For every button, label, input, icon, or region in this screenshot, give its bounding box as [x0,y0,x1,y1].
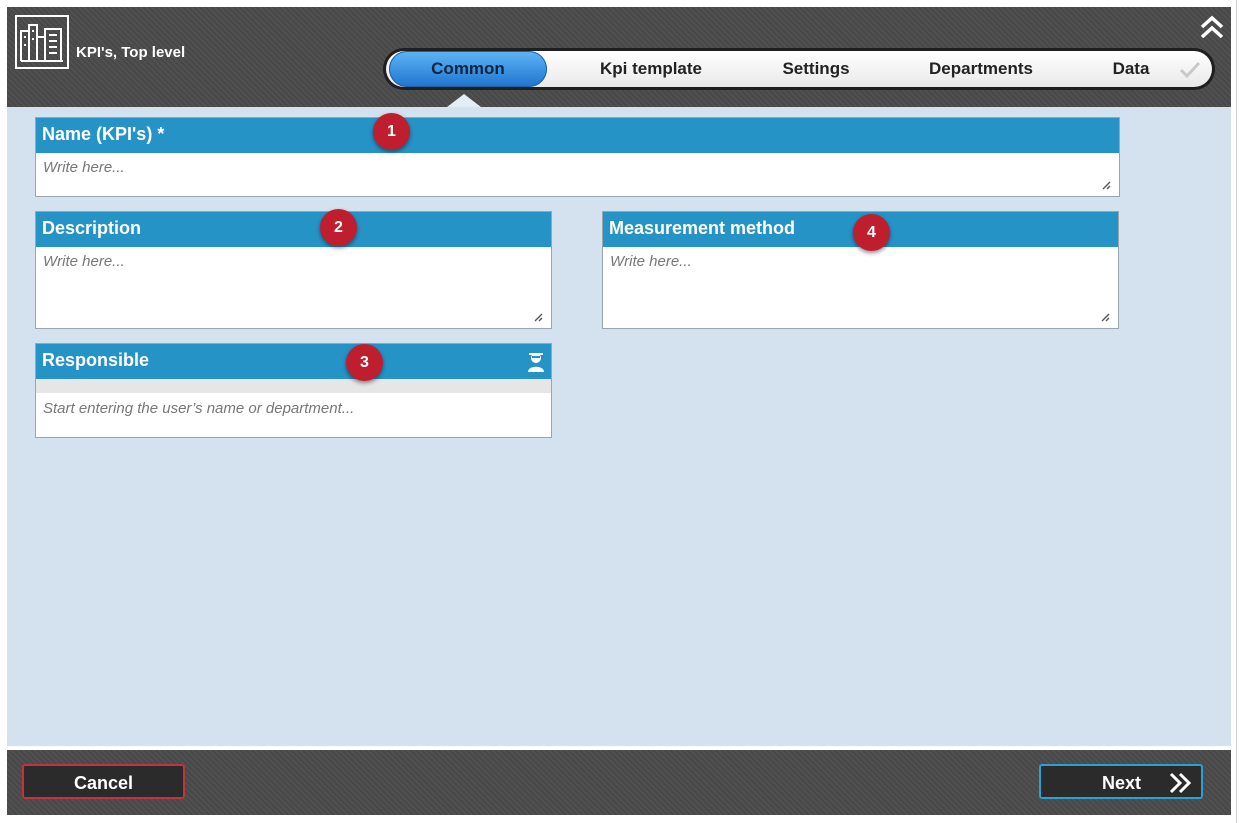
tab-departments[interactable]: Departments [906,51,1056,87]
tab-data[interactable]: Data [1086,51,1176,87]
tab-kpi-template[interactable]: Kpi template [576,51,726,87]
form-area: Name (KPI's) * 1 Description 2 Measureme… [7,107,1231,746]
resize-grip-icon[interactable] [1100,312,1110,322]
responsible-label: Responsible [42,350,150,370]
description-panel: Description [35,211,552,329]
resize-grip-icon[interactable] [1101,180,1111,190]
top-bar: KPI's, Top level Common Kpi template Set… [7,7,1231,107]
responsible-panel: Responsible [35,343,552,438]
wizard-tabs: Common Kpi template Settings Departments… [383,48,1215,90]
step-badge-3: 3 [346,344,383,381]
step-badge-2: 2 [320,209,357,246]
tab-settings[interactable]: Settings [756,51,876,87]
name-input[interactable] [36,153,1119,195]
building-icon [15,15,69,69]
measurement-input[interactable] [603,247,1118,327]
step-badge-4: 4 [853,214,890,251]
responsible-selection-strip [36,379,551,393]
cancel-button[interactable]: Cancel [22,764,185,799]
window-edge [1236,0,1237,823]
description-input[interactable] [36,247,551,327]
resize-grip-icon[interactable] [533,312,543,322]
bottom-bar: Cancel Next [7,750,1231,815]
double-chevron-up-icon[interactable] [1197,13,1227,41]
name-label: Name (KPI's) * [36,118,1119,153]
description-label: Description [36,212,551,247]
responsible-header: Responsible [36,344,551,379]
next-label: Next [1102,773,1142,793]
tab-common[interactable]: Common [389,51,547,87]
active-tab-pointer [447,94,481,107]
next-button[interactable]: Next [1039,764,1203,799]
user-icon[interactable] [526,351,546,373]
app-title: KPI's, Top level [76,44,186,61]
checkmark-icon [1179,61,1201,79]
responsible-input[interactable] [36,393,551,423]
double-chevron-right-icon [1169,772,1192,794]
name-panel: Name (KPI's) * [35,117,1120,197]
step-badge-1: 1 [373,113,410,150]
